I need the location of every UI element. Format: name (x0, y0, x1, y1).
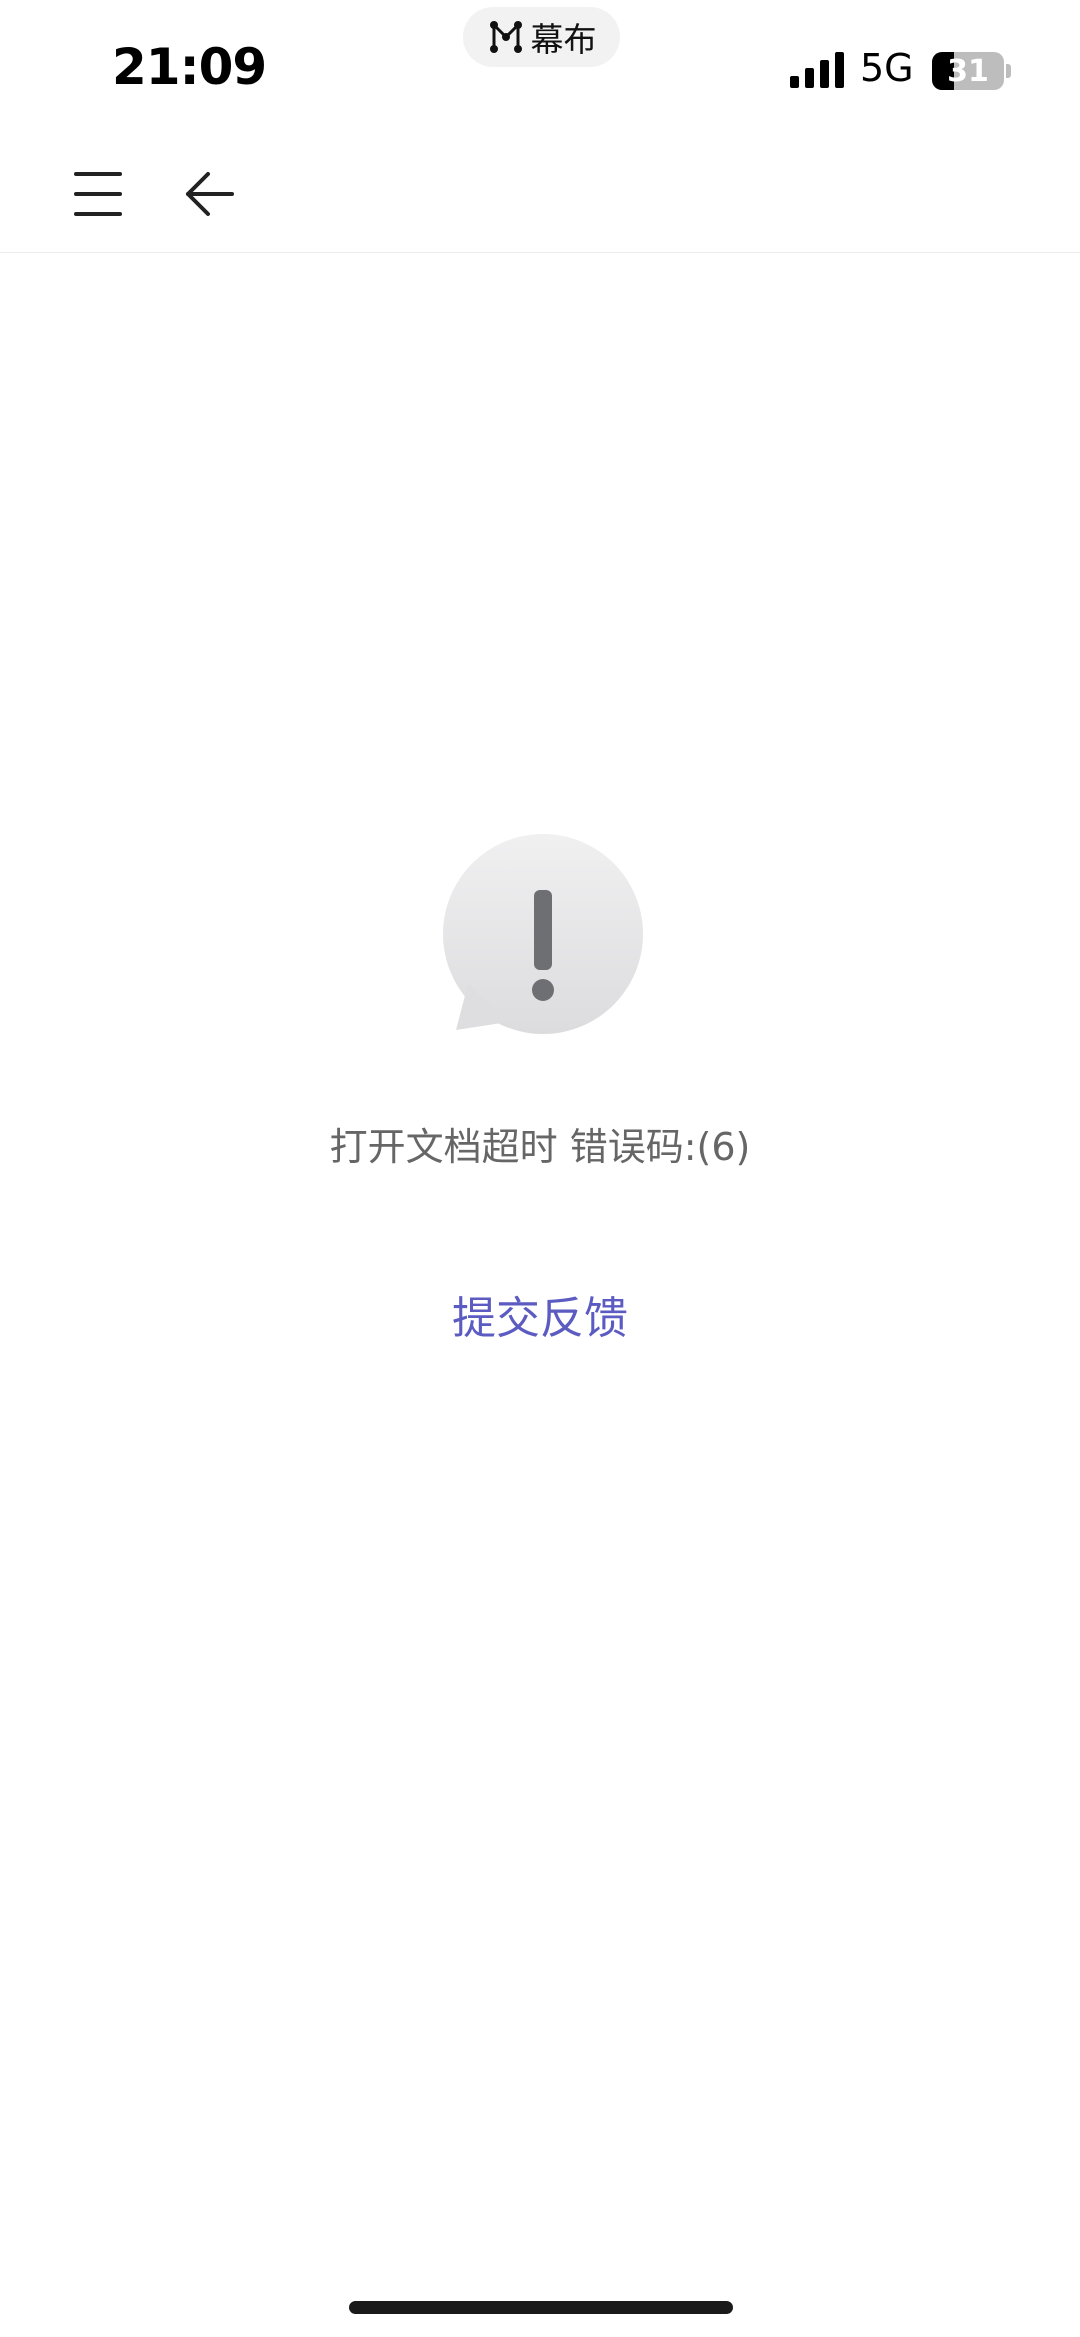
mubu-logo-icon (489, 21, 522, 53)
status-time: 21:09 (112, 38, 267, 96)
battery-icon: 31 (932, 52, 1004, 90)
back-button[interactable] (172, 156, 248, 232)
submit-feedback-link[interactable]: 提交反馈 (390, 1282, 690, 1346)
back-arrow-icon (186, 172, 234, 216)
top-toolbar (0, 130, 1080, 253)
hamburger-menu-icon (74, 172, 122, 216)
app-pill-label: 幕布 (530, 20, 597, 59)
status-bar: 21:09 幕布 5G 31 (0, 0, 1080, 130)
app-indicator-pill[interactable]: 幕布 (463, 7, 620, 67)
alert-bubble-icon (443, 834, 643, 1034)
network-type-label: 5G (860, 46, 914, 90)
menu-button[interactable] (60, 156, 136, 232)
home-indicator[interactable] (349, 2301, 733, 2314)
battery-cap (1006, 64, 1011, 78)
screen: 21:09 幕布 5G 31 打开文档超时 错误码:(6) 提交反馈 (0, 0, 1080, 2337)
battery-level-text: 31 (947, 53, 989, 89)
cellular-signal-icon (790, 52, 844, 88)
error-state: 打开文档超时 错误码:(6) 提交反馈 (0, 252, 1080, 2252)
error-message: 打开文档超时 错误码:(6) (329, 1125, 751, 1169)
